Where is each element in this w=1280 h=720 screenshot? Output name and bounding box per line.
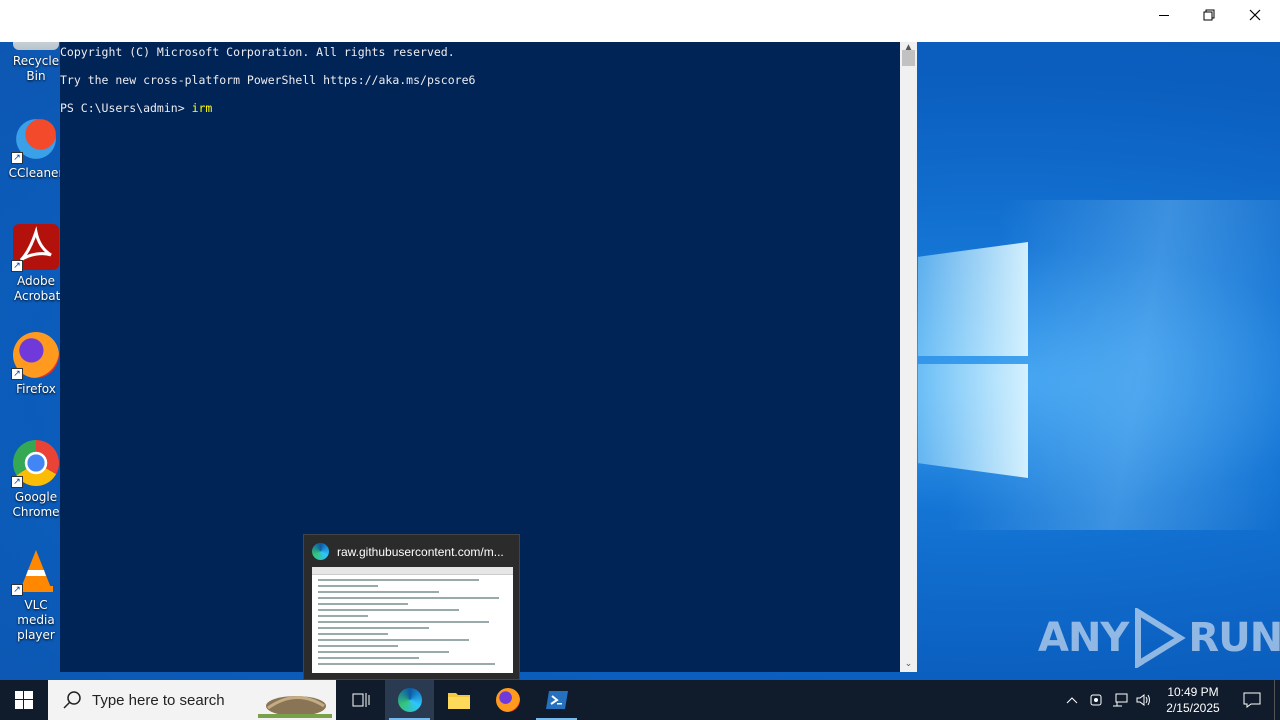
tray-app-icon xyxy=(1090,694,1102,706)
taskbar-powershell-button[interactable] xyxy=(532,680,581,720)
windows-start-icon xyxy=(15,691,33,709)
edge-window-preview[interactable]: raw.githubusercontent.com/m... xyxy=(303,534,520,680)
chevron-up-icon xyxy=(1066,697,1078,704)
volume-icon xyxy=(1136,694,1150,706)
action-center-button[interactable] xyxy=(1230,680,1274,720)
desktop-icon-label: Google Chrome xyxy=(12,490,60,519)
console-prompt-line: PS C:\Users\admin> irm xyxy=(60,101,900,115)
taskbar-file-explorer-button[interactable] xyxy=(434,680,483,720)
task-view-icon xyxy=(352,693,369,707)
edge-icon xyxy=(312,543,329,560)
network-button[interactable] xyxy=(1108,680,1132,720)
taskbar-firefox-button[interactable] xyxy=(483,680,532,720)
console-line: Copyright (C) Microsoft Corporation. All… xyxy=(60,45,455,59)
console-command: irm xyxy=(191,101,213,115)
notification-icon xyxy=(1243,692,1261,708)
minimize-icon xyxy=(1159,15,1169,16)
desktop-icon-label: Recycle Bin xyxy=(12,54,60,83)
pangolin-search-highlight-icon xyxy=(258,696,332,718)
scrollbar-thumb[interactable] xyxy=(902,50,915,66)
chrome-icon: ↗ xyxy=(11,440,59,488)
console-line: Try the new cross-platform PowerShell ht… xyxy=(60,73,476,87)
adobe-acrobat-icon: ↗ xyxy=(11,224,59,272)
windows-logo-wallpaper xyxy=(918,242,1028,480)
system-tray: 10:49 PM 2/15/2025 xyxy=(1060,680,1280,720)
close-icon xyxy=(1249,9,1261,21)
scroll-down-icon[interactable]: ⌄ xyxy=(900,658,917,670)
restore-button[interactable] xyxy=(1186,0,1232,30)
show-hidden-icons-button[interactable] xyxy=(1060,680,1084,720)
taskbar-edge-button[interactable] xyxy=(385,680,434,720)
taskbar: Type here to search 10:49 PM 2/15/2025 xyxy=(0,680,1280,720)
firefox-icon xyxy=(495,688,520,712)
firefox-icon: ↗ xyxy=(11,332,59,380)
preview-thumbnail xyxy=(312,567,513,673)
taskbar-clock[interactable]: 10:49 PM 2/15/2025 xyxy=(1156,684,1230,716)
file-explorer-icon xyxy=(447,693,470,709)
clock-date: 2/15/2025 xyxy=(1166,701,1220,715)
play-icon xyxy=(1135,608,1187,668)
network-icon xyxy=(1113,693,1128,707)
console-prompt: PS C:\Users\admin> xyxy=(60,101,192,115)
powershell-icon xyxy=(545,691,568,709)
search-icon xyxy=(63,691,81,709)
ccleaner-icon: ↗ xyxy=(11,116,59,164)
desktop-icon-label: Firefox xyxy=(16,382,56,396)
start-button[interactable] xyxy=(0,680,48,720)
console-scrollbar[interactable]: ▲ ⌄ xyxy=(900,42,917,672)
vlc-icon: ↗ xyxy=(11,548,59,596)
task-view-button[interactable] xyxy=(336,680,385,720)
desktop-icon-label: VLC media player xyxy=(17,598,55,642)
taskbar-search-box[interactable]: Type here to search xyxy=(48,680,336,720)
desktop-icon-label: Adobe Acrobat xyxy=(14,274,61,303)
powershell-title-bar[interactable] xyxy=(0,0,1280,42)
clock-time: 10:49 PM xyxy=(1167,685,1219,699)
anyrun-watermark: ANY RUN xyxy=(1038,608,1280,668)
close-button[interactable] xyxy=(1232,0,1278,30)
tray-app-button[interactable] xyxy=(1084,680,1108,720)
volume-button[interactable] xyxy=(1132,680,1156,720)
search-placeholder: Type here to search xyxy=(92,691,225,709)
edge-icon xyxy=(397,688,422,712)
desktop-icon-label: CCleaner xyxy=(8,166,64,180)
preview-title: raw.githubusercontent.com/m... xyxy=(337,544,504,559)
minimize-button[interactable] xyxy=(1141,0,1187,30)
restore-icon xyxy=(1203,9,1215,21)
show-desktop-button[interactable] xyxy=(1274,680,1280,720)
